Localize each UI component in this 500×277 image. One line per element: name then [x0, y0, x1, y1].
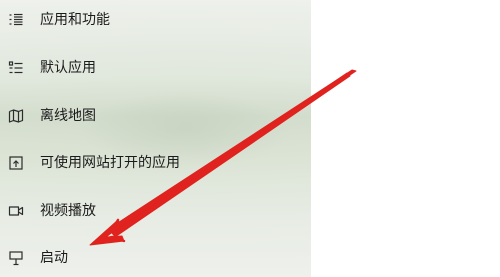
startup-icon — [8, 250, 24, 266]
offline-maps-icon — [8, 108, 24, 124]
nav-item-offline-maps[interactable]: 离线地图 — [0, 99, 311, 133]
settings-window: 应用和功能 默认应用 离线地图 可使用网站打开的应用 视频播放 启动 — [0, 0, 500, 277]
nav-item-label: 离线地图 — [40, 108, 96, 124]
apps-for-websites-icon — [8, 155, 24, 171]
nav-item-video-playback[interactable]: 视频播放 — [0, 194, 311, 228]
nav-item-label: 可使用网站打开的应用 — [40, 155, 180, 171]
nav-item-startup[interactable]: 启动 — [0, 241, 311, 275]
video-playback-icon — [8, 203, 24, 219]
nav-item-apps-features[interactable]: 应用和功能 — [0, 3, 311, 37]
settings-sidebar: 应用和功能 默认应用 离线地图 可使用网站打开的应用 视频播放 启动 — [0, 0, 311, 277]
nav-item-label: 应用和功能 — [40, 12, 110, 28]
apps-features-icon — [8, 12, 24, 28]
nav-item-apps-for-websites[interactable]: 可使用网站打开的应用 — [0, 146, 311, 180]
nav-item-label: 默认应用 — [40, 60, 96, 76]
default-apps-icon — [8, 60, 24, 76]
nav-item-default-apps[interactable]: 默认应用 — [0, 51, 311, 85]
nav-item-label: 视频播放 — [40, 203, 96, 219]
nav-item-label: 启动 — [40, 250, 68, 266]
